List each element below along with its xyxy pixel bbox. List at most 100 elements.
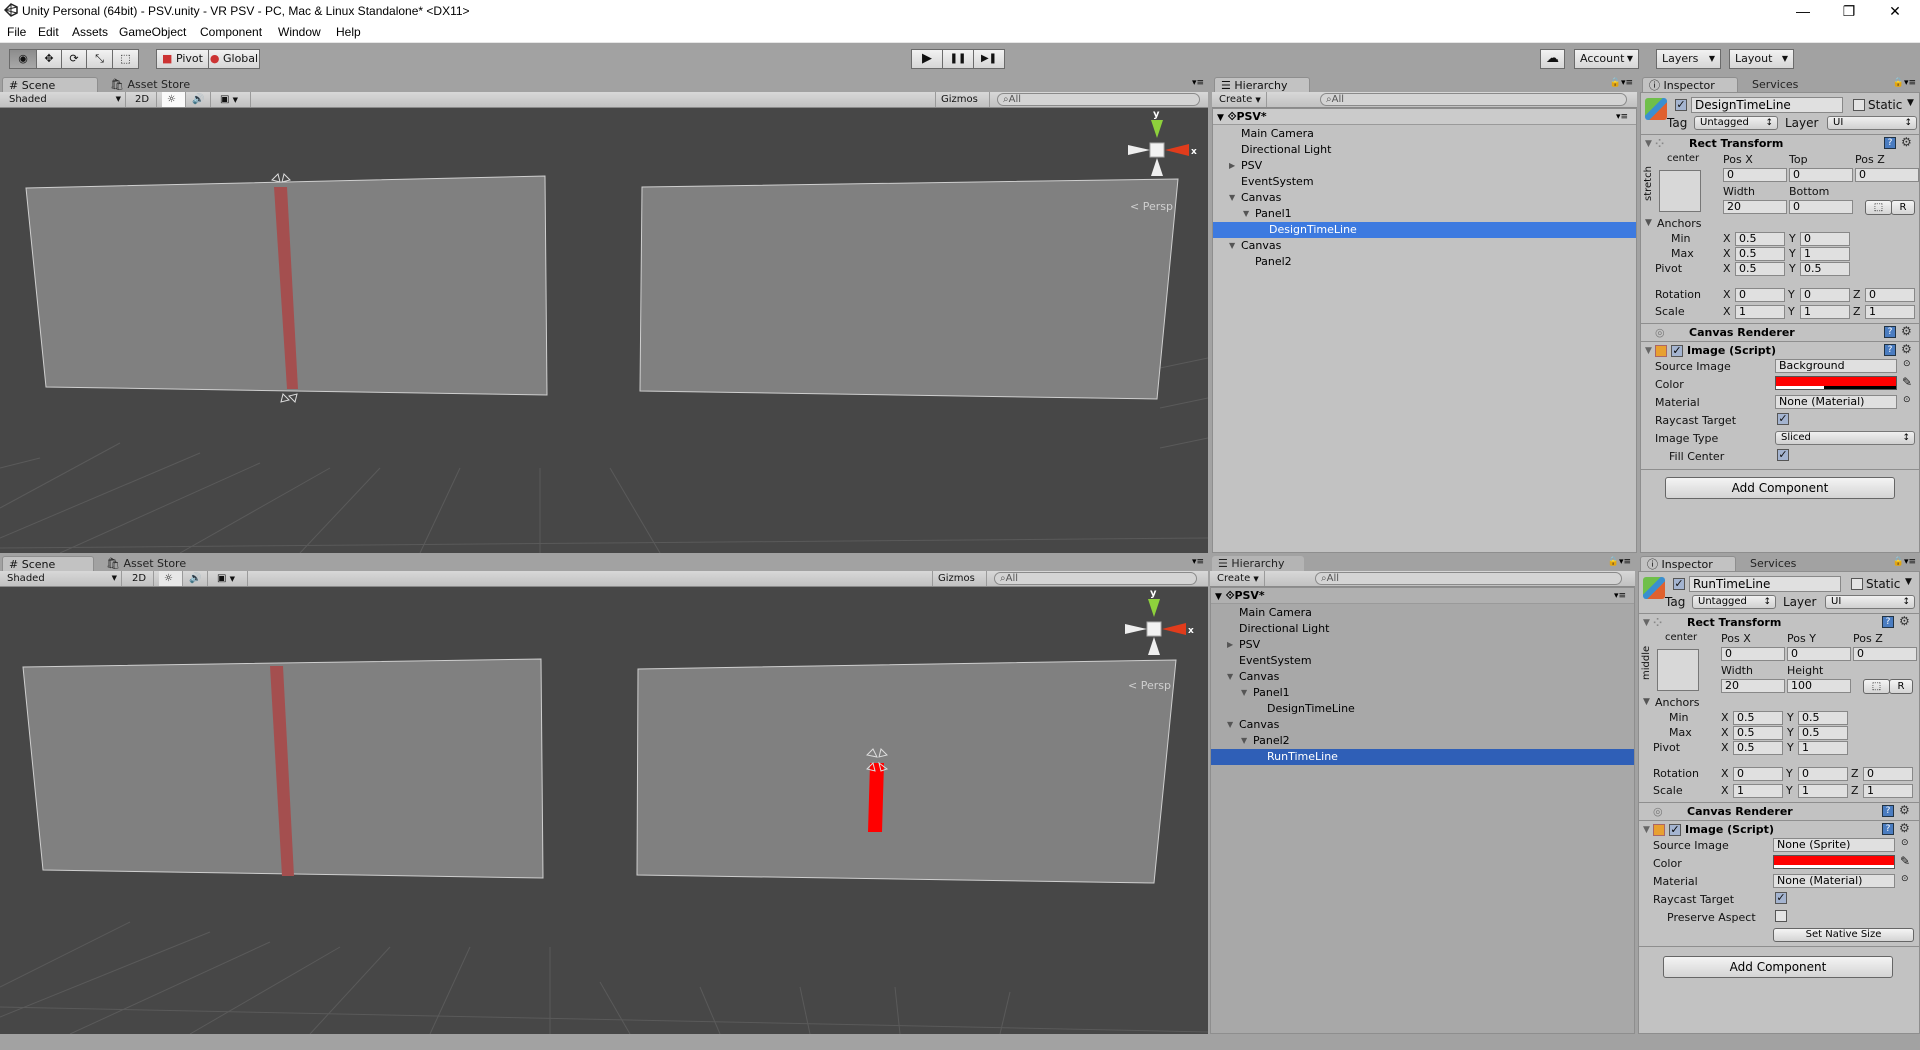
transform-rotation-y[interactable]: 0 [1798, 767, 1848, 781]
tag-dropdown[interactable]: Untagged [1692, 595, 1776, 609]
tag-dropdown[interactable]: Untagged [1694, 116, 1778, 130]
menu-component[interactable]: Component [200, 25, 262, 39]
anchor-min-x[interactable]: 0.5 [1733, 711, 1783, 725]
eyedropper-icon[interactable]: ✎ [1902, 375, 1912, 389]
transform-scale-x[interactable]: 1 [1733, 784, 1783, 798]
audio-toggle[interactable]: 🔊 [187, 92, 211, 107]
audio-toggle[interactable]: 🔊 [184, 571, 208, 586]
hierarchy-item[interactable]: ▼ Canvas [1213, 238, 1636, 254]
scene-menu-icon[interactable]: ▾≡ [1614, 588, 1626, 604]
anchor-pivot-x[interactable]: 0.5 [1733, 741, 1783, 755]
tab-asset-store[interactable]: 🛍 Asset Store [104, 77, 196, 92]
tab-scene[interactable]: # Scene [2, 77, 98, 92]
2d-toggle[interactable]: 2D [127, 571, 154, 586]
anchor-max-y[interactable]: 0.5 [1798, 726, 1848, 740]
tab-inspector[interactable]: ⓘ Inspector [1642, 77, 1738, 92]
collapse-arrow-icon[interactable]: ▼ [1243, 206, 1249, 222]
run-time-line[interactable] [868, 763, 884, 832]
pivot-toggle[interactable]: ■ Pivot [156, 49, 209, 69]
lock-icon[interactable]: 🔒▾≡ [1608, 557, 1631, 567]
effects-dropdown[interactable]: ▣ ▼ [212, 571, 248, 586]
tab-services[interactable]: Services [1746, 77, 1804, 92]
2d-toggle[interactable]: 2D [130, 92, 157, 107]
collapse-arrow-icon[interactable]: ▼ [1645, 218, 1652, 228]
gear-icon[interactable]: ⚙ [1901, 135, 1912, 149]
collapse-arrow-icon[interactable]: ▼ [1643, 697, 1650, 707]
hierarchy-item[interactable]: EventSystem [1213, 174, 1636, 190]
material-field[interactable]: None (Material) [1773, 874, 1895, 888]
expand-arrow-icon[interactable]: ▶ [1229, 158, 1235, 174]
help-icon[interactable]: ? [1884, 344, 1896, 356]
hierarchy-item[interactable]: Main Camera [1211, 605, 1634, 621]
minimize-button[interactable]: — [1780, 0, 1826, 22]
source-image-field[interactable]: Background [1775, 359, 1897, 373]
gear-icon[interactable]: ⚙ [1901, 342, 1912, 356]
layout-dropdown[interactable]: Layout ▼ [1729, 49, 1794, 69]
collapse-arrow-icon[interactable]: ▼ [1643, 614, 1650, 632]
anchor-max-y[interactable]: 1 [1800, 247, 1850, 261]
image-script-header[interactable]: ▼ ✓ Image (Script) [1639, 820, 1919, 838]
anchor-preset-button[interactable] [1657, 649, 1699, 691]
anchor-min-y[interactable]: 0.5 [1798, 711, 1848, 725]
menu-gameobject[interactable]: GameObject [119, 25, 186, 39]
tab-inspector[interactable]: ⓘ Inspector [1640, 556, 1736, 571]
anchor-preset-button[interactable] [1659, 170, 1701, 212]
rect-value-field[interactable]: 0 [1721, 647, 1785, 661]
rect-transform-header[interactable]: ▼ ⁘ Rect Transform [1641, 134, 1919, 152]
fill-center-checkbox[interactable]: ✓ [1777, 449, 1789, 461]
view-tool-button[interactable]: ◉ [9, 49, 37, 69]
move-tool-button[interactable]: ✥ [36, 49, 62, 69]
hierarchy-item[interactable]: ▼ Canvas [1211, 669, 1634, 685]
scene-view[interactable]: y x < Persp [0, 587, 1208, 1034]
help-icon[interactable]: ? [1882, 616, 1894, 628]
hierarchy-item[interactable]: ▶ PSV [1211, 637, 1634, 653]
scene-root[interactable]: ▼ ⟐PSV* ▾≡ [1213, 109, 1636, 125]
lock-icon[interactable]: 🔒▾≡ [1610, 78, 1633, 88]
create-dropdown[interactable]: Create ▼ [1212, 571, 1265, 586]
step-button[interactable]: ▶❚ [973, 49, 1005, 69]
transform-scale-z[interactable]: 1 [1863, 784, 1913, 798]
perspective-label[interactable]: < Persp [1130, 200, 1173, 213]
image-enabled-checkbox[interactable]: ✓ [1671, 345, 1683, 357]
anchor-pivot-x[interactable]: 0.5 [1735, 262, 1785, 276]
rect-transform-header[interactable]: ▼ ⁘ Rect Transform [1639, 613, 1919, 631]
maximize-button[interactable]: ❐ [1826, 0, 1872, 22]
gear-icon[interactable]: ⚙ [1899, 821, 1910, 835]
hierarchy-item[interactable]: ▼ Canvas [1211, 717, 1634, 733]
panel-menu-icon[interactable]: ▾≡ [1192, 557, 1204, 567]
rect-value-field[interactable]: 0 [1853, 647, 1917, 661]
menu-edit[interactable]: Edit [38, 25, 59, 39]
blueprint-mode-button[interactable]: ⬚ [1865, 200, 1892, 215]
collapse-arrow-icon[interactable]: ▼ [1645, 135, 1652, 153]
color-field[interactable] [1773, 855, 1895, 869]
add-component-button[interactable]: Add Component [1665, 477, 1895, 499]
canvas-renderer-header[interactable]: ◎ Canvas Renderer [1641, 323, 1919, 341]
canvas-panel2[interactable] [636, 659, 1177, 884]
shading-mode-dropdown[interactable]: Shaded ▼ [4, 92, 126, 107]
hierarchy-search-input[interactable]: ⌕All [1315, 572, 1622, 585]
collapse-arrow-icon[interactable]: ▼ [1227, 669, 1233, 685]
scale-tool-button[interactable]: ⤡ [86, 49, 113, 69]
rect-value-field2[interactable]: 20 [1721, 679, 1785, 693]
collapse-arrow-icon[interactable]: ▼ [1229, 238, 1235, 254]
scene-view[interactable]: y x < Persp [0, 108, 1208, 553]
collapse-arrow-icon[interactable]: ▼ [1229, 190, 1235, 206]
anchor-pivot-y[interactable]: 0.5 [1800, 262, 1850, 276]
tab-scene[interactable]: # Scene [2, 556, 94, 571]
static-checkbox[interactable] [1851, 578, 1863, 590]
rect-value-field[interactable]: 0 [1787, 647, 1851, 661]
transform-rotation-x[interactable]: 0 [1735, 288, 1785, 302]
eyedropper-icon[interactable]: ✎ [1900, 854, 1910, 868]
active-checkbox[interactable]: ✓ [1675, 99, 1687, 111]
scene-search-input[interactable]: ⌕All [997, 93, 1200, 106]
raycast-target-checkbox[interactable]: ✓ [1775, 892, 1787, 904]
layers-dropdown[interactable]: Layers ▼ [1656, 49, 1721, 69]
menu-window[interactable]: Window [278, 25, 321, 39]
help-icon[interactable]: ? [1882, 805, 1894, 817]
anchor-handle-top[interactable] [271, 173, 291, 183]
shading-mode-dropdown[interactable]: Shaded ▼ [2, 571, 122, 586]
hierarchy-item[interactable]: ▶ PSV [1213, 158, 1636, 174]
play-button[interactable]: ▶ [911, 49, 943, 69]
create-dropdown[interactable]: Create ▼ [1214, 92, 1267, 107]
gizmos-dropdown[interactable]: Gizmos ▼ [935, 92, 990, 119]
